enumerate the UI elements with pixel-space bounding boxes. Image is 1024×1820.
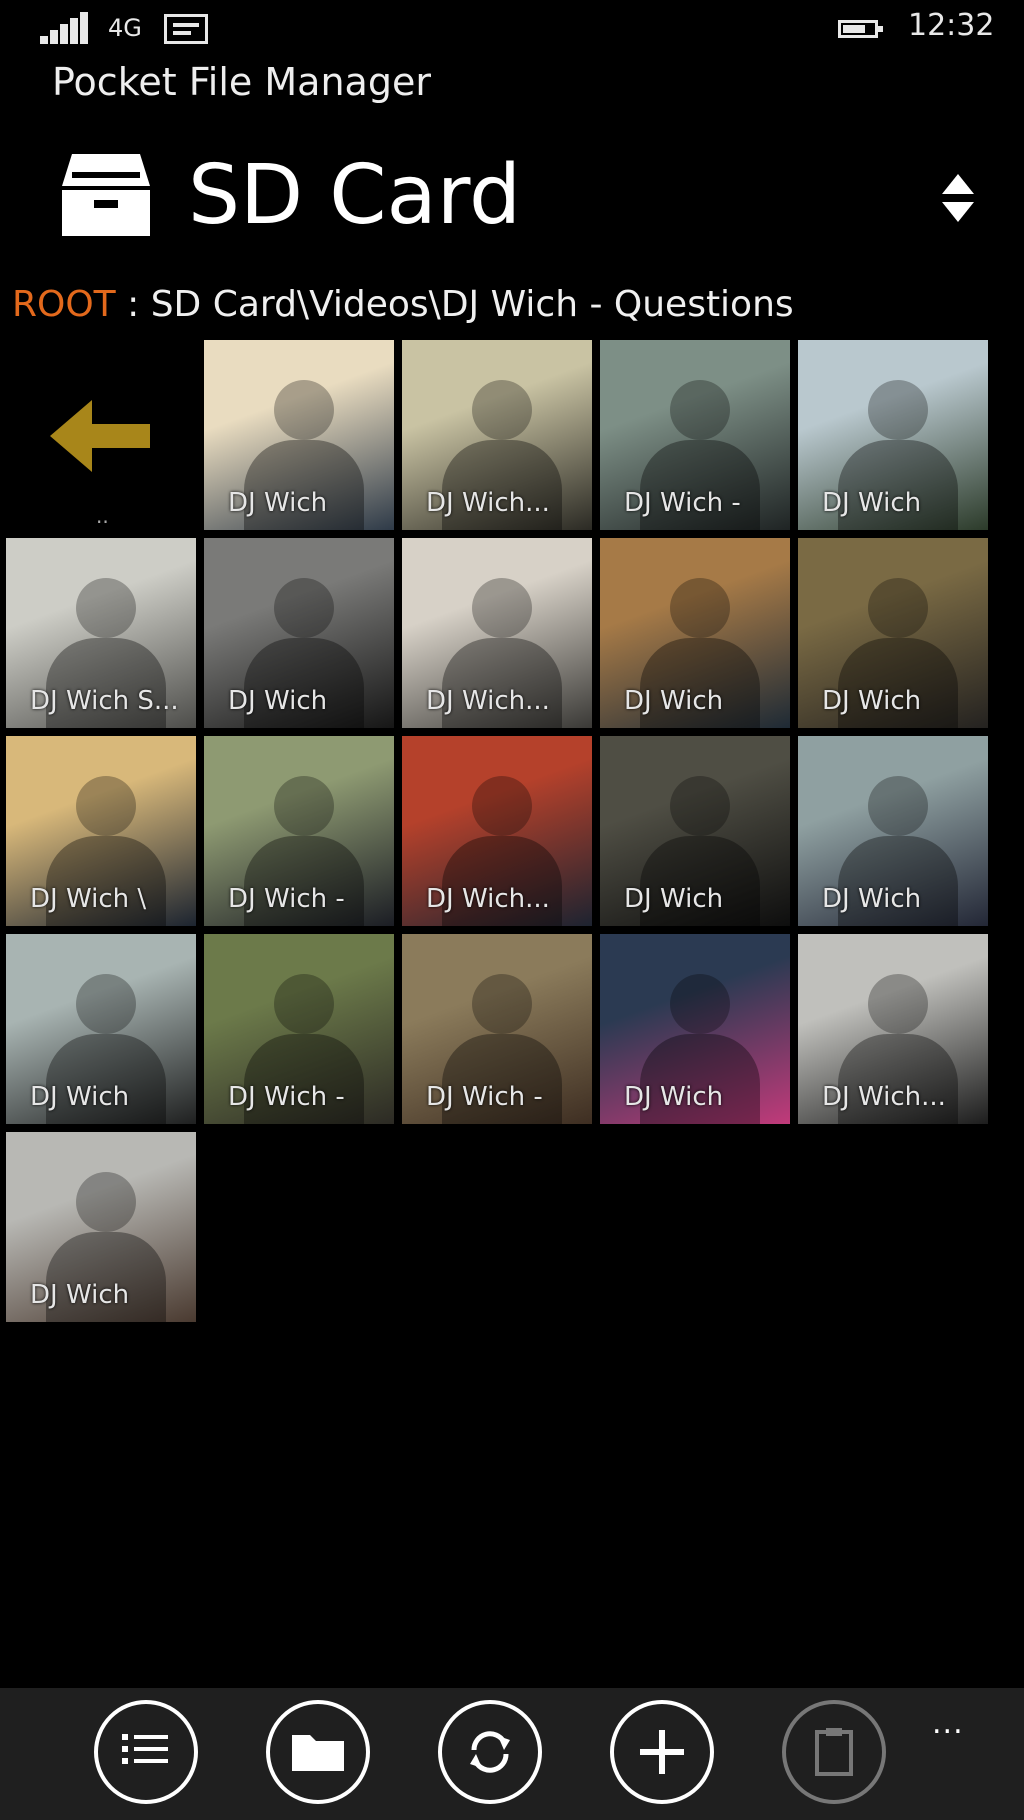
thumbnail-caption: DJ Wich... bbox=[426, 686, 550, 716]
video-thumbnail[interactable]: DJ Wich bbox=[798, 340, 988, 530]
battery-icon bbox=[838, 20, 883, 38]
back-tile-label: .. bbox=[96, 504, 109, 528]
thumbnail-caption: DJ Wich... bbox=[822, 1082, 946, 1112]
thumbnail-caption: DJ Wich bbox=[228, 488, 328, 518]
thumbnail-caption: DJ Wich S... bbox=[30, 686, 179, 716]
video-thumbnail[interactable]: DJ Wich bbox=[798, 538, 988, 728]
breadcrumb: ROOT : SD Card\Videos\DJ Wich - Question… bbox=[12, 284, 794, 325]
thumbnail-caption: DJ Wich bbox=[822, 488, 922, 518]
video-thumbnail[interactable]: DJ Wich bbox=[798, 736, 988, 926]
thumbnail-caption: DJ Wich - bbox=[426, 1082, 543, 1112]
video-thumbnail[interactable]: DJ Wich - bbox=[402, 934, 592, 1124]
thumbnail-caption: DJ Wich... bbox=[426, 884, 550, 914]
app-title: Pocket File Manager bbox=[52, 60, 431, 104]
thumbnail-caption: DJ Wich \ bbox=[30, 884, 147, 914]
thumbnail-image bbox=[76, 1172, 136, 1232]
video-thumbnail[interactable]: DJ Wich... bbox=[798, 934, 988, 1124]
network-type: 4G bbox=[108, 14, 142, 42]
video-thumbnail[interactable]: DJ Wich bbox=[600, 538, 790, 728]
list-icon bbox=[122, 1734, 168, 1764]
clock: 12:32 bbox=[908, 8, 995, 43]
thumbnail-caption: DJ Wich bbox=[822, 884, 922, 914]
thumbnail-image bbox=[472, 578, 532, 638]
thumbnail-image bbox=[472, 974, 532, 1034]
thumbnail-image bbox=[670, 974, 730, 1034]
thumbnail-image bbox=[472, 776, 532, 836]
new-folder-button[interactable] bbox=[266, 1700, 370, 1804]
video-thumbnail[interactable]: DJ Wich bbox=[6, 934, 196, 1124]
more-options-button[interactable]: ... bbox=[932, 1706, 964, 1741]
video-thumbnail[interactable]: DJ Wich - bbox=[204, 934, 394, 1124]
thumbnail-image bbox=[274, 578, 334, 638]
thumbnail-image bbox=[868, 974, 928, 1034]
thumbnail-image bbox=[670, 380, 730, 440]
thumbnail-image bbox=[76, 776, 136, 836]
video-thumbnail[interactable]: DJ Wich... bbox=[402, 538, 592, 728]
thumbnail-image bbox=[868, 776, 928, 836]
drive-icon bbox=[62, 154, 150, 236]
thumbnail-image bbox=[670, 578, 730, 638]
refresh-icon bbox=[470, 1731, 510, 1773]
thumbnail-image bbox=[274, 974, 334, 1034]
thumbnail-image bbox=[76, 974, 136, 1034]
sort-toggle-icon[interactable] bbox=[938, 172, 978, 224]
thumbnail-image bbox=[868, 380, 928, 440]
video-thumbnail[interactable]: DJ Wich... bbox=[402, 736, 592, 926]
back-arrow-icon bbox=[50, 400, 150, 472]
status-bar: 4G 12:32 bbox=[0, 0, 1024, 58]
video-thumbnail[interactable]: DJ Wich \ bbox=[6, 736, 196, 926]
video-thumbnail[interactable]: DJ Wich - bbox=[600, 340, 790, 530]
thumbnail-caption: DJ Wich bbox=[30, 1280, 130, 1310]
back-tile[interactable]: .. bbox=[6, 340, 196, 530]
video-thumbnail[interactable]: DJ Wich bbox=[600, 934, 790, 1124]
app-bar: ... bbox=[0, 1688, 1024, 1820]
breadcrumb-path: SD Card\Videos\DJ Wich - Questions bbox=[150, 284, 794, 325]
video-thumbnail[interactable]: DJ Wich bbox=[6, 1132, 196, 1322]
thumbnail-caption: DJ Wich bbox=[624, 686, 724, 716]
video-thumbnail[interactable]: DJ Wich S... bbox=[6, 538, 196, 728]
thumbnail-image bbox=[274, 380, 334, 440]
video-thumbnail[interactable]: DJ Wich - bbox=[204, 736, 394, 926]
thumbnail-image bbox=[76, 578, 136, 638]
thumbnail-caption: DJ Wich bbox=[624, 1082, 724, 1112]
thumbnail-caption: DJ Wich - bbox=[228, 1082, 345, 1112]
add-button[interactable] bbox=[610, 1700, 714, 1804]
thumbnail-caption: DJ Wich bbox=[30, 1082, 130, 1112]
breadcrumb-root[interactable]: ROOT bbox=[12, 284, 116, 325]
video-thumbnail[interactable]: DJ Wich... bbox=[402, 340, 592, 530]
thumbnail-caption: DJ Wich... bbox=[426, 488, 550, 518]
paste-button[interactable] bbox=[782, 1700, 886, 1804]
plus-icon bbox=[640, 1730, 684, 1774]
thumbnail-caption: DJ Wich - bbox=[228, 884, 345, 914]
select-list-button[interactable] bbox=[94, 1700, 198, 1804]
clipboard-icon bbox=[815, 1728, 853, 1776]
thumbnail-image bbox=[868, 578, 928, 638]
thumbnail-caption: DJ Wich bbox=[228, 686, 328, 716]
page-title: SD Card bbox=[188, 148, 522, 243]
thumbnail-caption: DJ Wich bbox=[624, 884, 724, 914]
thumbnail-image bbox=[274, 776, 334, 836]
thumbnail-image bbox=[670, 776, 730, 836]
video-thumbnail[interactable]: DJ Wich bbox=[204, 538, 394, 728]
thumbnail-caption: DJ Wich - bbox=[624, 488, 741, 518]
message-icon bbox=[164, 14, 208, 44]
thumbnail-image bbox=[472, 380, 532, 440]
signal-strength-icon bbox=[40, 12, 90, 44]
video-thumbnail[interactable]: DJ Wich bbox=[600, 736, 790, 926]
thumbnail-caption: DJ Wich bbox=[822, 686, 922, 716]
refresh-button[interactable] bbox=[438, 1700, 542, 1804]
folder-icon bbox=[292, 1735, 344, 1771]
breadcrumb-separator: : bbox=[115, 284, 151, 325]
video-thumbnail[interactable]: DJ Wich bbox=[204, 340, 394, 530]
